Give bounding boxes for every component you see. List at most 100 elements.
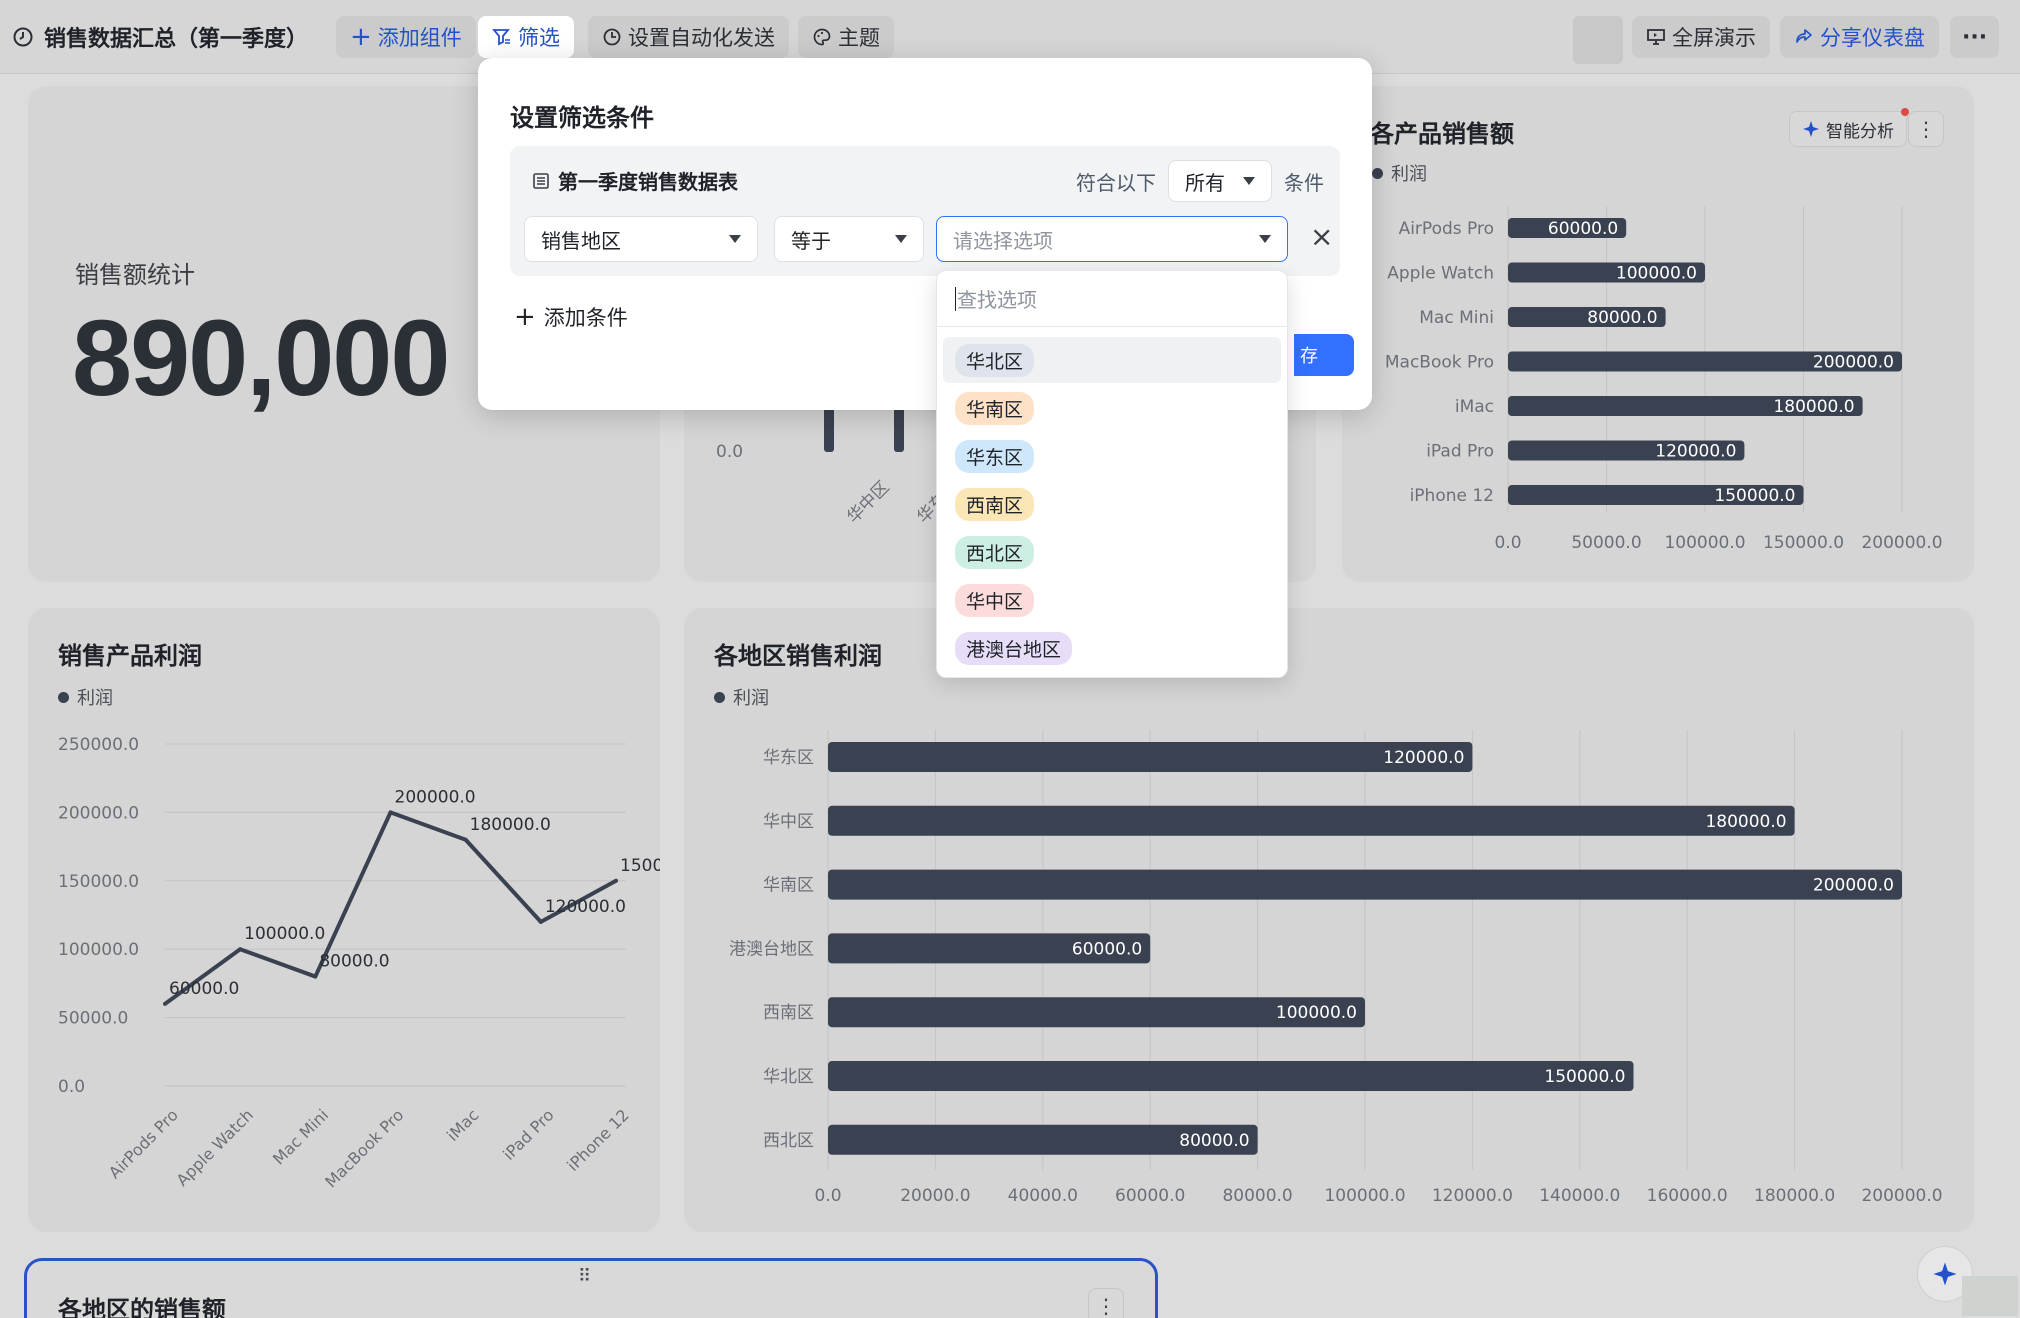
auto-send-button[interactable]: 设置自动化发送 bbox=[588, 16, 789, 58]
share-dashboard-button[interactable]: 分享仪表盘 bbox=[1780, 16, 1939, 58]
save-button[interactable]: 存 bbox=[1294, 334, 1354, 376]
region-option-tag: 华中区 bbox=[955, 583, 1035, 617]
add-condition-button[interactable]: + 添加条件 bbox=[514, 302, 628, 332]
region-option[interactable]: 西南区 bbox=[943, 481, 1281, 527]
remove-condition-icon[interactable]: × bbox=[1310, 220, 1333, 253]
share-label: 分享仪表盘 bbox=[1820, 26, 1925, 50]
share-icon bbox=[1796, 29, 1812, 43]
y-tick-label: 100000.0 bbox=[58, 940, 139, 960]
y-tick-label: 华北区 bbox=[763, 1067, 814, 1087]
y-tick-label: 港澳台地区 bbox=[729, 939, 814, 959]
x-tick-label: Apple Watch bbox=[173, 1105, 257, 1189]
fullscreen-button[interactable]: 全屏演示 bbox=[1632, 16, 1770, 58]
region-option[interactable]: 华南区 bbox=[943, 385, 1281, 431]
filter-modal-title: 设置筛选条件 bbox=[510, 104, 654, 132]
smart-analysis-button[interactable]: 智能分析 bbox=[1789, 108, 1909, 147]
corner-widget bbox=[1962, 1276, 2018, 1316]
add-widget-label: 添加组件 bbox=[377, 26, 462, 50]
history-icon[interactable] bbox=[12, 26, 34, 48]
bar-value-label: 60000.0 bbox=[1548, 219, 1618, 239]
more-options-button[interactable]: ··· bbox=[1950, 16, 2000, 58]
plus-icon: + bbox=[514, 302, 536, 332]
x-tick-label: AirPods Pro bbox=[105, 1105, 182, 1182]
region-option-tag: 港澳台地区 bbox=[955, 631, 1073, 665]
x-tick-label: iPhone 12 bbox=[563, 1105, 633, 1175]
kebab-icon: ⋮ bbox=[1096, 1294, 1116, 1318]
x-tick-label: 120000.0 bbox=[1432, 1186, 1513, 1206]
palette-icon bbox=[813, 28, 831, 46]
add-condition-label: 添加条件 bbox=[543, 306, 628, 330]
region-option-tag: 华南区 bbox=[955, 391, 1035, 425]
bar-value-label: 60000.0 bbox=[1072, 939, 1142, 959]
x-tick-label: 180000.0 bbox=[1754, 1186, 1835, 1206]
y-tick-label: iPhone 12 bbox=[1410, 486, 1494, 506]
bar-value-label: 180000.0 bbox=[1773, 397, 1854, 417]
x-tick-label: 50000.0 bbox=[1571, 533, 1641, 553]
sparkle-icon bbox=[1803, 121, 1819, 137]
y-tick-label: 华南区 bbox=[763, 876, 814, 896]
region-option[interactable]: 港澳台地区 bbox=[943, 625, 1281, 671]
field-select[interactable]: 销售地区 bbox=[524, 216, 758, 262]
data-point bbox=[463, 837, 468, 842]
product-sales-chart: 0.0 50000.0 100000.0 150000.0 200000.0 AirPod… bbox=[1385, 206, 1943, 553]
option-search-input[interactable]: 查找选项 bbox=[937, 271, 1287, 327]
x-tick-label: 100000.0 bbox=[1664, 533, 1745, 553]
plus-icon: + bbox=[350, 22, 372, 52]
match-mode-select[interactable]: 所有 bbox=[1168, 160, 1272, 202]
region-profit-title: 各地区销售利润 bbox=[714, 642, 882, 670]
x-tick-label: 60000.0 bbox=[1115, 1186, 1185, 1206]
product-profit-legend: 利润 bbox=[58, 684, 113, 710]
region-sales-title: 各地区的销售额 bbox=[58, 1296, 226, 1318]
data-label: 80000.0 bbox=[319, 952, 389, 972]
bar-value-label: 180000.0 bbox=[1705, 812, 1786, 832]
y-tick-label: iMac bbox=[1455, 397, 1494, 417]
bar-value-label: 80000.0 bbox=[1587, 308, 1657, 328]
theme-button[interactable]: 主题 bbox=[798, 16, 894, 58]
sales-total-value: 890,000 bbox=[72, 297, 450, 418]
match-mode-value: 所有 bbox=[1185, 170, 1225, 195]
x-tick-label: 150000.0 bbox=[1763, 533, 1844, 553]
operator-select-value: 等于 bbox=[791, 228, 831, 253]
legend-label: 利润 bbox=[733, 688, 769, 709]
legend-dot bbox=[714, 691, 725, 703]
operator-select[interactable]: 等于 bbox=[774, 216, 924, 262]
option-search-placeholder: 查找选项 bbox=[957, 288, 1037, 312]
dashboard-title: 销售数据汇总（第一季度） bbox=[44, 27, 309, 52]
y-tick-label: Apple Watch bbox=[1387, 264, 1494, 284]
product-sales-menu-button[interactable]: ⋮ bbox=[1908, 111, 1944, 147]
region-profit-legend: 利润 bbox=[714, 684, 769, 710]
chevron-down-icon bbox=[895, 235, 907, 243]
region-option[interactable]: 华东区 bbox=[943, 433, 1281, 479]
filter-button[interactable]: 筛选 bbox=[478, 16, 574, 58]
bar bbox=[828, 1061, 1634, 1091]
match-rule: 符合以下 所有 条件 bbox=[1076, 160, 1324, 202]
region-option[interactable]: 西北区 bbox=[943, 529, 1281, 575]
data-label: 180000.0 bbox=[470, 815, 551, 835]
bar-value-label: 150000.0 bbox=[1714, 486, 1795, 506]
x-tick-label: 100000.0 bbox=[1324, 1186, 1405, 1206]
bar-value-label: 150000.0 bbox=[1544, 1067, 1625, 1087]
theme-label: 主题 bbox=[838, 26, 880, 50]
field-select-value: 销售地区 bbox=[541, 228, 621, 253]
x-tick-label: 80000.0 bbox=[1222, 1186, 1292, 1206]
region-sales-menu-button[interactable]: ⋮ bbox=[1088, 1288, 1124, 1318]
add-widget-button[interactable]: + 添加组件 bbox=[336, 16, 476, 58]
region-option[interactable]: 华北区 bbox=[943, 337, 1281, 383]
value-select[interactable]: 请选择选项 bbox=[936, 216, 1288, 262]
y-tick-label: 250000.0 bbox=[58, 735, 139, 755]
chevron-down-icon bbox=[729, 235, 741, 243]
data-point bbox=[538, 919, 543, 924]
bar-value-label: 200000.0 bbox=[1813, 876, 1894, 896]
drag-handle-icon[interactable]: ⠿ bbox=[578, 1266, 591, 1287]
region-option[interactable]: 华中区 bbox=[943, 577, 1281, 623]
partial-y-tick: 0.0 bbox=[716, 442, 743, 462]
kebab-icon: ⋮ bbox=[1916, 117, 1936, 141]
table-name-label: 第一季度销售数据表 bbox=[558, 170, 738, 194]
x-tick-label: 40000.0 bbox=[1008, 1186, 1078, 1206]
y-tick-label: iPad Pro bbox=[1426, 442, 1494, 462]
bar-value-label: 80000.0 bbox=[1179, 1131, 1249, 1151]
match-suffix: 条件 bbox=[1284, 170, 1324, 195]
bar-value-label: 200000.0 bbox=[1813, 353, 1894, 373]
bar-value-label: 120000.0 bbox=[1655, 442, 1736, 462]
condition-group: 第一季度销售数据表 符合以下 所有 条件 销售地区 等于 请选择选项 × bbox=[510, 146, 1340, 276]
